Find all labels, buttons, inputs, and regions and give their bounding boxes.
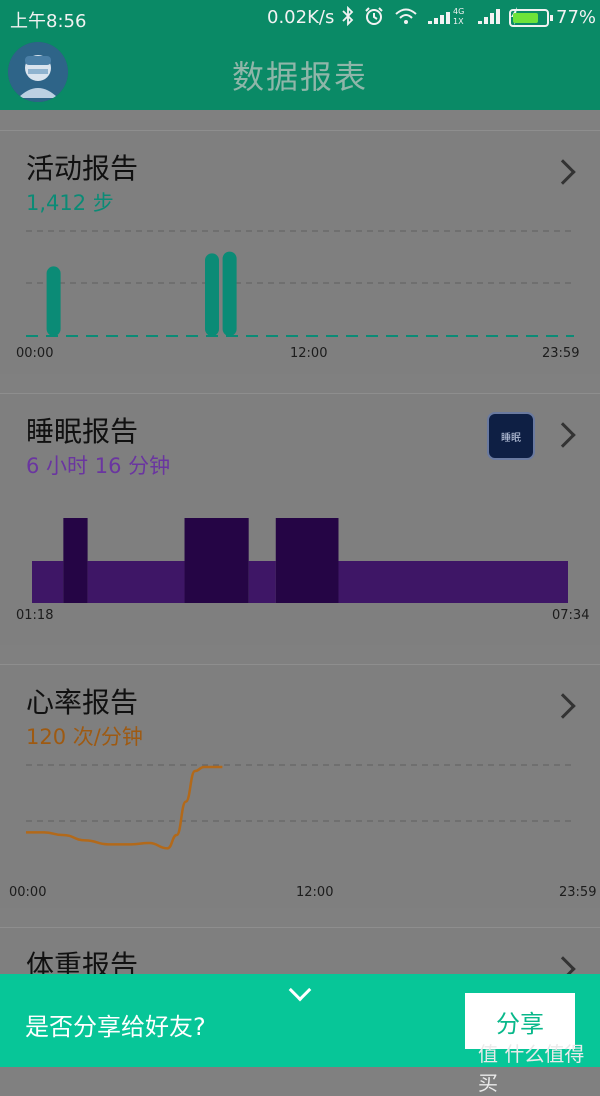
signal-icon [478,9,500,24]
activity-chart [26,230,574,337]
bluetooth-icon [342,6,354,26]
collapse-chevron-down-icon[interactable] [288,978,312,1002]
battery-percent: 77% [556,7,597,28]
sleep-segment-light [87,561,185,603]
heart-x-label-start: 00:00 [9,885,47,900]
page-title: 数据报表 [231,58,368,96]
sleep-segment-deep [275,518,339,603]
battery-tip [550,15,553,21]
watermark-logo: 值 什么值得买 [478,1042,585,1095]
status-icons: 4G 1X [342,6,522,26]
share-prompt-text: 是否分享给好友? [25,1013,206,1041]
heart-x-label-mid: 12:00 [296,885,334,900]
activity-bar [222,251,237,336]
sleep-chart [32,518,568,603]
activity-report-card[interactable]: 活动报告 1,412 步 00:00 12:00 23:59 [0,130,600,374]
sleep-segment-light [32,561,64,603]
sleep-x-label-start: 01:18 [16,608,54,623]
sleep-segment-light [338,561,568,603]
heart-rate-chart [25,764,574,850]
app-bar: 数据报表 [0,36,600,110]
activity-x-label-end: 23:59 [542,346,580,361]
wifi-icon [395,8,417,24]
activity-bar [205,253,219,336]
sleep-report-card[interactable]: 睡眠报告 6 小时 16 分钟 睡眠 01:18 07:34 [0,393,600,645]
signal-icon-sim1: 4G1X [428,7,464,26]
sim-label-top: 4G [453,7,464,16]
status-time: 上午8:56 [10,11,87,32]
sleep-x-label-end: 07:34 [552,608,590,623]
sleep-segment-light [248,561,276,603]
network-speed: 0.02K/s [267,7,335,28]
sleep-segment-deep [63,518,88,603]
alarm-icon [365,7,383,25]
heart-x-label-end: 23:59 [559,885,597,900]
sim-label-bottom: 1X [453,17,464,26]
battery-fill [513,13,538,23]
sleep-segment-deep [184,518,249,603]
activity-x-label-start: 00:00 [16,346,54,361]
battery-icon [509,9,553,27]
activity-bar [46,266,61,336]
heart-rate-line [25,765,223,850]
activity-x-label-mid: 12:00 [290,346,328,361]
status-bar: 上午8:56 0.02K/s 4G 1X 77% [0,0,600,36]
heart-rate-report-card[interactable]: 心率报告 120 次/分钟 00:00 12:00 23:59 [0,664,600,908]
